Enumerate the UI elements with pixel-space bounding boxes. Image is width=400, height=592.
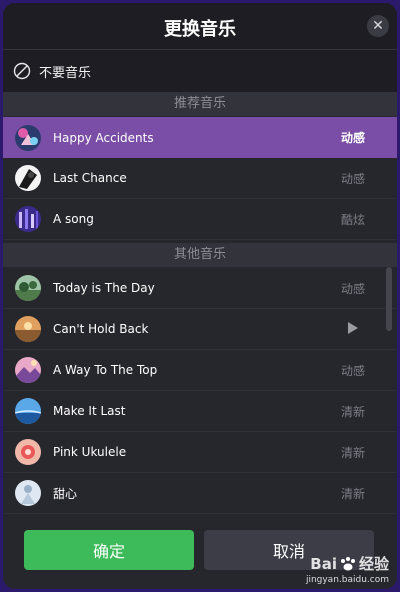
song-tag: 清新 [340,486,365,501]
album-thumbnail [15,398,41,424]
close-button[interactable]: ✕ [367,15,389,37]
confirm-button[interactable]: 确定 [24,530,194,570]
watermark-url: jingyan.baidu.com [305,575,389,585]
song-name: A song [53,212,94,226]
song-name: 甜心 [53,486,78,501]
other-section-header: 其他音乐 [3,243,397,267]
song-row-tianxin[interactable]: 甜心 清新 [3,473,397,514]
song-tag: 酷炫 [340,212,365,227]
song-row-make-it-last[interactable]: Make It Last 清新 [3,391,397,432]
song-name: Last Chance [53,171,127,185]
song-tag: 动感 [340,281,365,296]
no-music-option[interactable]: 不要音乐 [3,50,397,92]
ban-icon [13,62,31,80]
song-tag: 动感 [340,131,365,145]
song-name: Today is The Day [53,281,155,295]
song-row-a-song[interactable]: A song 酷炫 [3,199,397,240]
album-thumbnail [15,124,41,151]
play-button[interactable] [323,321,383,337]
recommended-section-header: 推荐音乐 [3,92,397,116]
no-music-label: 不要音乐 [39,65,92,81]
watermark-brand-left: Bai [310,554,337,573]
song-row-last-chance[interactable]: Last Chance 动感 [3,158,397,199]
song-name: A Way To The Top [53,363,158,377]
song-name: Pink Ukulele [53,445,127,459]
album-thumbnail [15,316,41,342]
album-thumbnail [15,206,41,232]
album-thumbnail [15,357,41,383]
song-row-a-way-to-the-top[interactable]: A Way To The Top 动感 [3,350,397,391]
album-thumbnail [15,165,41,191]
song-name: Can't Hold Back [53,322,149,336]
song-tag: 清新 [340,404,365,419]
dialog-footer: 确定 取消 Bai 经验 jingyan.baidu.com [3,515,397,589]
song-name: Happy Accidents [53,130,154,145]
song-tag: 动感 [340,363,365,378]
album-thumbnail [15,480,41,506]
song-row-cant-hold-back[interactable]: Can't Hold Back [3,309,397,350]
album-thumbnail [15,275,41,301]
baidu-jingyan-watermark: Bai 经验 jingyan.baidu.com [305,553,389,586]
song-tag: 清新 [340,445,365,460]
list-scrollbar[interactable] [386,267,392,331]
play-icon [348,321,358,334]
dialog-title: 更换音乐 [164,19,236,40]
music-picker-dialog: 更换音乐 ✕ 不要音乐 推荐音乐 Happy Accidents 动感 Last… [3,3,397,589]
album-thumbnail [15,439,41,465]
song-name: Make It Last [53,404,126,418]
dialog-header: 更换音乐 ✕ [3,3,397,50]
song-row-happy-accidents[interactable]: Happy Accidents 动感 [3,117,397,158]
watermark-brand-right: 经验 [358,555,389,573]
song-row-pink-ukulele[interactable]: Pink Ukulele 清新 [3,432,397,473]
paw-icon [340,556,355,570]
close-icon: ✕ [372,18,384,34]
song-row-today-is-the-day[interactable]: Today is The Day 动感 [3,268,397,309]
song-tag: 动感 [340,171,365,186]
